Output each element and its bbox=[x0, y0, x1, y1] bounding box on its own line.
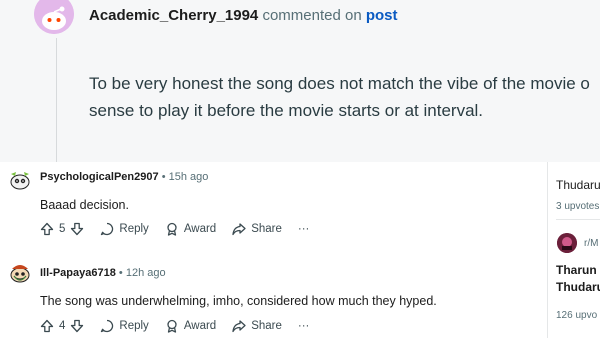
comment-meta: PsychologicalPen2907 • 15h ago bbox=[40, 171, 208, 183]
award-button[interactable]: Award bbox=[165, 222, 216, 236]
commenter-avatar[interactable] bbox=[8, 261, 32, 285]
reply-button[interactable]: Reply bbox=[100, 319, 149, 333]
downvote-icon[interactable] bbox=[70, 222, 84, 236]
award-button[interactable]: Award bbox=[165, 319, 216, 333]
comment-actions: 4 Reply Award Share ··· bbox=[40, 316, 325, 336]
author-name[interactable]: Academic_Cherry_1994 bbox=[89, 7, 258, 24]
comment-bubble-icon bbox=[101, 222, 114, 236]
share-button[interactable]: Share bbox=[232, 222, 282, 236]
comment-actions: 5 Reply Award Share ··· bbox=[40, 219, 325, 239]
share-label: Share bbox=[251, 223, 282, 235]
reply-button[interactable]: Reply bbox=[100, 222, 149, 236]
upvote-icon[interactable] bbox=[40, 222, 54, 236]
share-icon bbox=[232, 320, 246, 333]
related-post-title[interactable]: Thudaru bbox=[556, 178, 600, 192]
share-button[interactable]: Share bbox=[232, 319, 282, 333]
related-post-meta: 3 upvotes bbox=[556, 201, 600, 212]
commenter-avatar[interactable] bbox=[8, 168, 32, 192]
related-post-title[interactable]: Thudaru bbox=[556, 280, 600, 294]
comment: PsychologicalPen2907 • 15h ago Baaad dec… bbox=[0, 162, 545, 242]
share-icon bbox=[232, 223, 246, 236]
comment: Ill-Papaya6718 • 12h ago The song was un… bbox=[0, 258, 545, 338]
related-post-title[interactable]: Tharun bbox=[556, 263, 597, 277]
downvote-icon[interactable] bbox=[70, 319, 84, 333]
award-label: Award bbox=[183, 223, 217, 235]
award-label: Award bbox=[183, 320, 217, 332]
body-line: sense to play it before the movie starts… bbox=[89, 101, 484, 120]
comment-time[interactable]: 15h ago bbox=[169, 171, 209, 183]
vote-group: 5 bbox=[40, 222, 84, 236]
meta-separator: • bbox=[118, 267, 123, 279]
more-options-button[interactable]: ··· bbox=[298, 223, 310, 235]
sidebar-divider bbox=[556, 219, 600, 220]
vote-group: 4 bbox=[40, 319, 84, 333]
crosspost-header: Academic_Cherry_1994 commented on post bbox=[89, 7, 398, 24]
user-avatar[interactable] bbox=[34, 0, 74, 34]
thread-line[interactable] bbox=[56, 38, 57, 162]
comment-meta: Ill-Papaya6718 • 12h ago bbox=[40, 267, 166, 279]
award-icon bbox=[167, 319, 177, 333]
post-link[interactable]: post bbox=[366, 7, 398, 24]
more-options-icon: ··· bbox=[297, 223, 310, 235]
award-icon bbox=[167, 222, 177, 236]
crosspost-body: To be very honest the song does not matc… bbox=[89, 70, 600, 124]
crosspost-card[interactable]: Academic_Cherry_1994 commented on post T… bbox=[0, 0, 600, 162]
action-text: commented on bbox=[262, 7, 362, 24]
comment-username[interactable]: PsychologicalPen2907 bbox=[40, 171, 159, 183]
community-avatar-icon bbox=[557, 233, 577, 253]
related-post-meta: 126 upvo bbox=[556, 310, 598, 321]
comment-time[interactable]: 12h ago bbox=[126, 267, 166, 279]
share-label: Share bbox=[251, 320, 282, 332]
upvote-icon[interactable] bbox=[40, 319, 54, 333]
snoo-avatar-icon bbox=[34, 0, 74, 34]
community-icon[interactable] bbox=[557, 233, 577, 253]
comment-bubble-icon bbox=[101, 319, 114, 333]
snoo-avatar-icon bbox=[8, 261, 32, 285]
more-options-icon: ··· bbox=[297, 320, 310, 332]
related-post-community[interactable]: r/M bbox=[584, 238, 598, 249]
snoo-avatar-icon bbox=[8, 168, 32, 192]
reply-label: Reply bbox=[119, 223, 149, 235]
reply-label: Reply bbox=[119, 320, 149, 332]
meta-separator: • bbox=[161, 171, 166, 183]
comment-text: Baaad decision. bbox=[40, 198, 129, 212]
body-line: To be very honest the song does not matc… bbox=[89, 74, 590, 93]
vote-count: 5 bbox=[59, 223, 66, 235]
more-options-button[interactable]: ··· bbox=[298, 320, 310, 332]
comment-username[interactable]: Ill-Papaya6718 bbox=[40, 267, 116, 279]
vote-count: 4 bbox=[59, 320, 66, 332]
comment-text: The song was underwhelming, imho, consid… bbox=[40, 294, 437, 308]
